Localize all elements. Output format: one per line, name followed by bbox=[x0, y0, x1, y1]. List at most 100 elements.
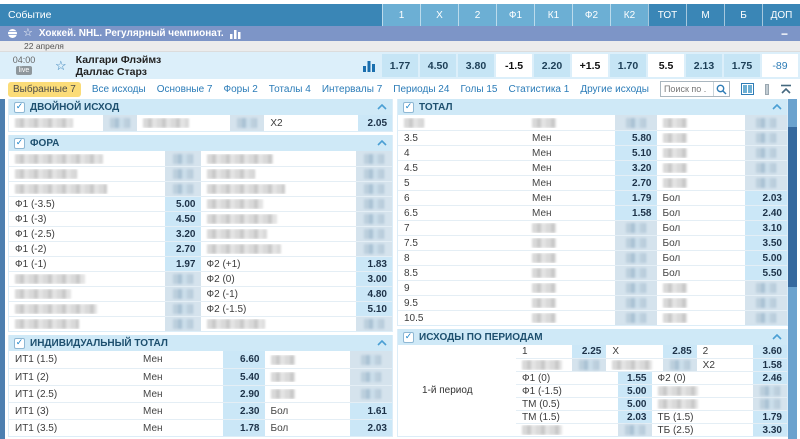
odd-value[interactable] bbox=[356, 242, 392, 256]
odd-value[interactable] bbox=[165, 151, 201, 166]
odd-value[interactable] bbox=[753, 385, 787, 397]
odd-value[interactable]: 1.58 bbox=[753, 359, 787, 371]
chevron-up-icon[interactable] bbox=[772, 104, 782, 110]
odd-value[interactable]: 3.00 bbox=[356, 272, 392, 286]
odd-value[interactable]: 2.90 bbox=[223, 386, 265, 402]
market-tab[interactable]: Статистика 1 bbox=[508, 84, 569, 95]
odd-value[interactable]: 3.20 bbox=[615, 161, 657, 175]
section-checkbox[interactable]: ✓ bbox=[403, 332, 414, 343]
chevron-up-icon[interactable] bbox=[377, 340, 387, 346]
match-odd-cell[interactable]: -1.5 bbox=[496, 54, 532, 77]
match-row[interactable]: 04:00 live ☆ Калгари Флэймз Даллас Старз… bbox=[0, 52, 800, 79]
odd-value[interactable] bbox=[165, 167, 201, 181]
odd-value[interactable] bbox=[165, 287, 201, 301]
odd-value[interactable] bbox=[103, 115, 137, 131]
match-odd-cell[interactable]: 1.70 bbox=[610, 54, 646, 77]
odd-value[interactable]: 1.55 bbox=[618, 372, 652, 384]
collapse-league-button[interactable]: − bbox=[781, 27, 788, 41]
odd-value[interactable] bbox=[615, 251, 657, 265]
odd-value[interactable]: 5.00 bbox=[618, 398, 652, 410]
odd-value[interactable] bbox=[165, 302, 201, 316]
scrollbar-thumb[interactable] bbox=[788, 127, 797, 287]
odd-value[interactable] bbox=[753, 398, 787, 410]
odd-value[interactable] bbox=[350, 369, 392, 385]
odd-value[interactable]: 2.70 bbox=[615, 176, 657, 190]
section-checkbox[interactable]: ✓ bbox=[403, 102, 414, 113]
odd-value[interactable]: 1.83 bbox=[356, 257, 392, 271]
section-checkbox[interactable]: ✓ bbox=[14, 338, 25, 349]
match-teams[interactable]: Калгари Флэймз Даллас Старз bbox=[76, 54, 162, 78]
market-tab[interactable]: Интервалы 7 bbox=[322, 84, 382, 95]
odd-value[interactable]: 5.50 bbox=[745, 266, 787, 280]
odd-value[interactable] bbox=[356, 227, 392, 241]
odd-value[interactable]: 1.78 bbox=[223, 420, 265, 436]
odd-value[interactable]: 5.80 bbox=[615, 131, 657, 145]
search-input[interactable] bbox=[661, 84, 713, 94]
odd-value[interactable]: 3.60 bbox=[753, 345, 787, 358]
search-icon[interactable] bbox=[713, 82, 729, 96]
odd-value[interactable] bbox=[745, 176, 787, 190]
odd-value[interactable]: 2.25 bbox=[572, 345, 606, 358]
chevron-up-icon[interactable] bbox=[377, 104, 387, 110]
odd-value[interactable] bbox=[356, 197, 392, 211]
more-bets-count[interactable]: -89 bbox=[762, 54, 798, 77]
odd-value[interactable] bbox=[745, 161, 787, 175]
odd-value[interactable] bbox=[615, 281, 657, 295]
market-tab[interactable]: Форы 2 bbox=[224, 84, 258, 95]
odd-value[interactable]: 6.60 bbox=[223, 351, 265, 368]
odd-value[interactable] bbox=[615, 311, 657, 325]
odd-value[interactable] bbox=[350, 386, 392, 402]
market-tab[interactable]: Основные 7 bbox=[157, 84, 213, 95]
odd-value[interactable] bbox=[615, 266, 657, 280]
odd-value[interactable] bbox=[745, 281, 787, 295]
market-tab[interactable]: Голы 15 bbox=[460, 84, 497, 95]
match-favorite-star-icon[interactable]: ☆ bbox=[55, 59, 67, 72]
odd-value[interactable]: 5.00 bbox=[165, 197, 201, 211]
two-column-view-icon[interactable] bbox=[741, 83, 754, 95]
odd-value[interactable]: 2.70 bbox=[165, 242, 201, 256]
match-odd-cell[interactable]: 2.20 bbox=[534, 54, 570, 77]
league-favorite-star-icon[interactable]: ☆ bbox=[23, 28, 33, 39]
odd-value[interactable] bbox=[663, 359, 697, 371]
odd-value[interactable]: 3.30 bbox=[753, 424, 787, 436]
collapse-all-icon[interactable] bbox=[780, 84, 792, 95]
odd-value[interactable]: 5.40 bbox=[223, 369, 265, 385]
odd-value[interactable] bbox=[745, 115, 787, 130]
odd-value[interactable] bbox=[745, 146, 787, 160]
other-outcomes-link[interactable]: Другие исходы bbox=[580, 84, 649, 95]
match-odd-cell[interactable]: 1.75 bbox=[724, 54, 760, 77]
chevron-up-icon[interactable] bbox=[772, 334, 782, 340]
odd-value[interactable] bbox=[356, 182, 392, 196]
odd-value[interactable] bbox=[165, 182, 201, 196]
odd-value[interactable]: 1.79 bbox=[615, 191, 657, 205]
scrollbar[interactable] bbox=[788, 99, 797, 439]
odd-value[interactable]: 2.05 bbox=[358, 115, 392, 131]
odd-value[interactable]: 1.97 bbox=[165, 257, 201, 271]
odd-value[interactable]: 1.79 bbox=[753, 411, 787, 423]
odd-value[interactable] bbox=[350, 351, 392, 368]
market-tab[interactable]: Все исходы bbox=[92, 84, 146, 95]
odd-value[interactable] bbox=[356, 151, 392, 166]
odd-value[interactable]: 2.30 bbox=[223, 403, 265, 419]
chevron-up-icon[interactable] bbox=[377, 140, 387, 146]
odd-value[interactable]: 5.10 bbox=[615, 146, 657, 160]
odd-value[interactable]: 1.58 bbox=[615, 206, 657, 220]
match-odd-cell[interactable]: +1.5 bbox=[572, 54, 608, 77]
odd-value[interactable]: 4.80 bbox=[356, 287, 392, 301]
odd-value[interactable] bbox=[615, 115, 657, 130]
odd-value[interactable] bbox=[745, 311, 787, 325]
match-odd-cell[interactable]: 2.13 bbox=[686, 54, 722, 77]
odd-value[interactable] bbox=[615, 296, 657, 310]
match-odd-cell[interactable]: 1.77 bbox=[382, 54, 418, 77]
odd-value[interactable] bbox=[230, 115, 264, 131]
odd-value[interactable]: 2.46 bbox=[753, 372, 787, 384]
odd-value[interactable]: 2.85 bbox=[663, 345, 697, 358]
odd-value[interactable]: 5.10 bbox=[356, 302, 392, 316]
match-odd-cell[interactable]: 3.80 bbox=[458, 54, 494, 77]
odd-value[interactable]: 1.61 bbox=[350, 403, 392, 419]
match-odd-cell[interactable]: 4.50 bbox=[420, 54, 456, 77]
match-stats-icon[interactable] bbox=[363, 60, 375, 72]
section-checkbox[interactable]: ✓ bbox=[14, 138, 25, 149]
one-column-view-icon[interactable] bbox=[765, 84, 769, 95]
odd-value[interactable] bbox=[745, 296, 787, 310]
